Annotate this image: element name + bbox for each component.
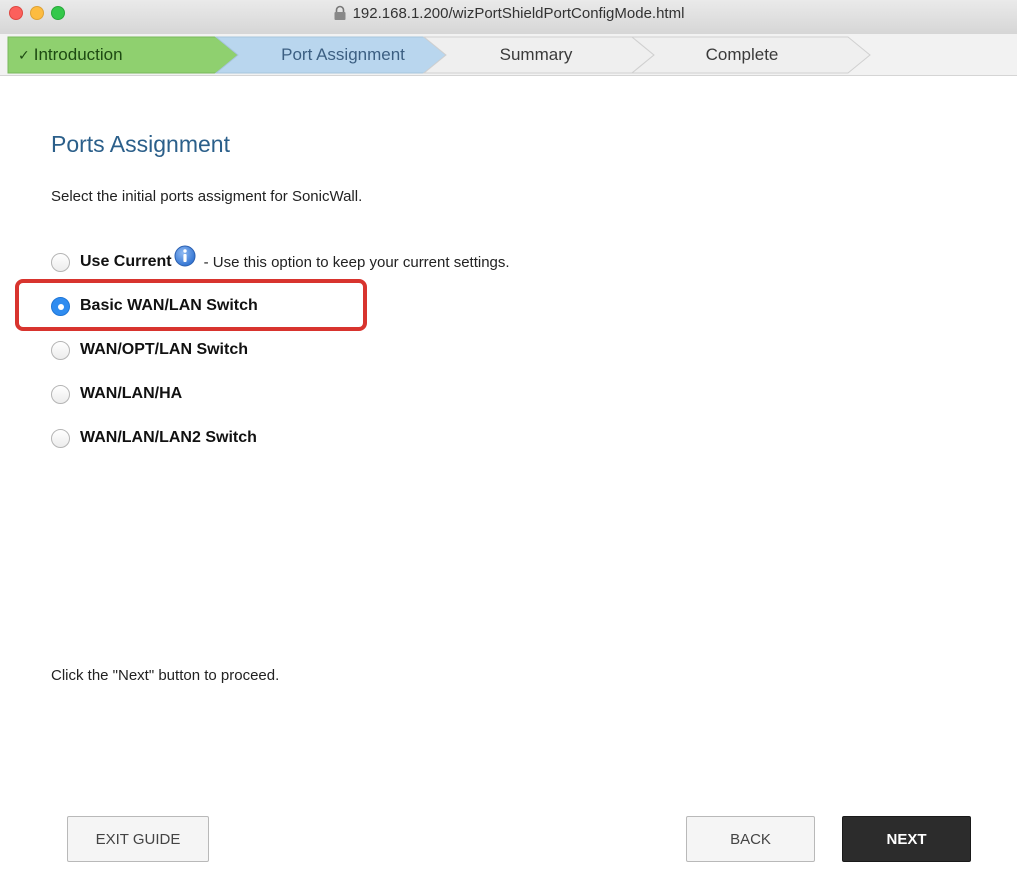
exit-guide-button[interactable]: EXIT GUIDE xyxy=(67,816,209,862)
option-use-current[interactable]: Use Current - Use this option to keep yo… xyxy=(51,245,510,274)
step-port-assignment-label: Port Assignment xyxy=(281,45,405,64)
step-port-assignment[interactable]: Port Assignment xyxy=(240,34,446,76)
address-url: 192.168.1.200/wizPortShieldPortConfigMod… xyxy=(352,4,685,22)
step-complete-label: Complete xyxy=(705,45,779,64)
address-bar[interactable]: 192.168.1.200/wizPortShieldPortConfigMod… xyxy=(0,2,1017,24)
step-complete[interactable]: Complete xyxy=(654,34,830,76)
step-summary-label: Summary xyxy=(499,45,573,64)
radio-wan-lan-ha[interactable] xyxy=(51,384,70,404)
lock-icon xyxy=(334,5,346,20)
next-hint-text: Click the "Next" button to proceed. xyxy=(51,667,280,684)
radio-wan-opt-lan-switch[interactable] xyxy=(51,340,70,360)
next-button[interactable]: NEXT xyxy=(842,816,971,862)
info-icon[interactable] xyxy=(174,245,196,267)
browser-title-bar: 192.168.1.200/wizPortShieldPortConfigMod… xyxy=(0,0,1017,34)
step-summary[interactable]: Summary xyxy=(446,34,626,76)
page-description: Select the initial ports assigment for S… xyxy=(51,188,363,205)
option-use-current-description: - Use this option to keep your current s… xyxy=(203,253,510,271)
selection-highlight-box xyxy=(15,279,367,331)
step-introduction[interactable]: ✓ Introduction xyxy=(18,34,218,76)
option-wan-opt-lan-switch-label: WAN/OPT/LAN Switch xyxy=(80,341,248,358)
radio-use-current[interactable] xyxy=(51,252,70,272)
step-introduction-label: Introduction xyxy=(33,45,123,64)
option-wan-opt-lan-switch[interactable]: WAN/OPT/LAN Switch xyxy=(51,338,248,362)
wizard-steps: ✓ Introduction Port Assignment Summary Co… xyxy=(0,34,1017,76)
option-wan-lan-ha[interactable]: WAN/LAN/HA xyxy=(51,382,182,406)
option-use-current-label: Use Current xyxy=(80,253,172,270)
option-wan-lan-lan2-switch[interactable]: WAN/LAN/LAN2 Switch xyxy=(51,426,257,450)
check-icon: ✓ xyxy=(18,47,30,63)
option-wan-lan-lan2-switch-label: WAN/LAN/LAN2 Switch xyxy=(80,429,257,446)
option-wan-lan-ha-label: WAN/LAN/HA xyxy=(80,385,183,402)
page-title: Ports Assignment xyxy=(51,131,230,157)
back-button[interactable]: BACK xyxy=(686,816,815,862)
radio-wan-lan-lan2-switch[interactable] xyxy=(51,428,70,448)
